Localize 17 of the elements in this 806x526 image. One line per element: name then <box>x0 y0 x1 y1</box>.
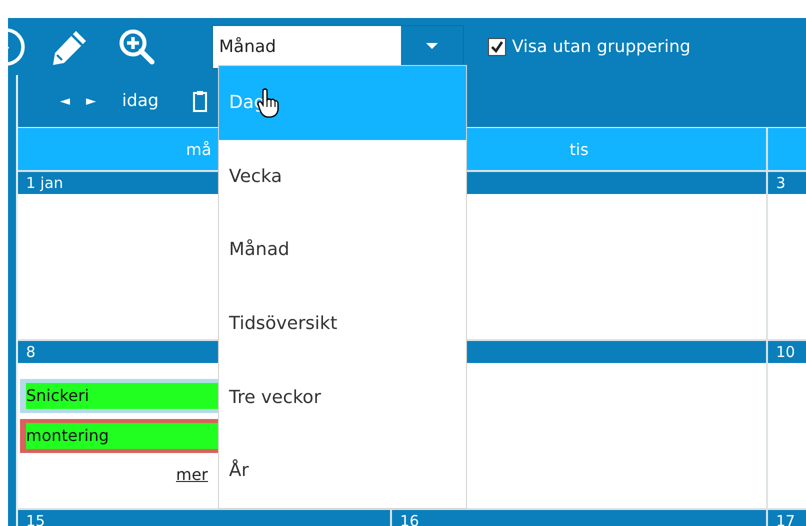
more-link[interactable]: mer <box>176 465 208 484</box>
date-band: 16 <box>392 510 766 526</box>
zoom-in-icon[interactable] <box>118 28 156 66</box>
view-select[interactable]: Månad <box>212 24 464 68</box>
date-band: 3 <box>768 172 806 194</box>
show-ungrouped-checkbox[interactable]: Visa utan gruppering <box>488 36 691 56</box>
date-band: 10 <box>768 341 806 363</box>
date-band: 17 <box>768 510 806 526</box>
caret-icon <box>426 43 438 50</box>
date-band: 15 <box>18 510 390 526</box>
checkbox[interactable] <box>488 38 506 56</box>
clipboard-icon[interactable] <box>192 90 207 112</box>
previous-button[interactable]: ◄ <box>52 90 78 112</box>
today-button[interactable]: idag <box>114 87 167 115</box>
day-header <box>768 128 806 170</box>
dropdown-option[interactable]: Månad <box>219 213 466 287</box>
next-button[interactable]: ► <box>78 90 104 112</box>
